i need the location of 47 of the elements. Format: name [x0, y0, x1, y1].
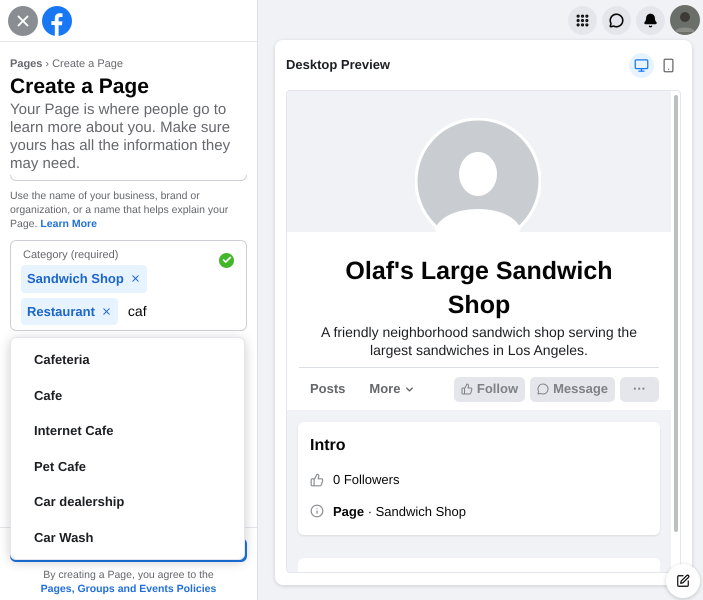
desktop-icon[interactable]: [629, 52, 654, 78]
category-tag[interactable]: Sandwich Shop: [21, 265, 147, 292]
suggestion-item[interactable]: Car Wash: [11, 520, 244, 555]
profile-tab[interactable]: Posts: [299, 379, 356, 399]
chat-icon: [537, 383, 550, 395]
breadcrumb-link[interactable]: Pages: [10, 56, 42, 72]
suggestion-item[interactable]: Pet Cafe: [11, 448, 244, 484]
category-input[interactable]: caf: [128, 300, 147, 322]
learn-more-link[interactable]: Learn More: [40, 218, 97, 230]
intro-item: Page · Sandwich Shop: [333, 502, 466, 521]
policies-link[interactable]: Pages, Groups and Events Policies: [40, 582, 216, 596]
message-button[interactable]: Message: [530, 376, 615, 402]
info-icon: [310, 504, 324, 518]
intro-item: 0 Followers: [333, 471, 400, 489]
help-text: Use the name of your business, brand or organization, or a name that helps explain your Page. Learn More: [10, 188, 230, 230]
page-title: Create a Page: [10, 74, 150, 100]
suggestion-item[interactable]: Car dealership: [11, 484, 244, 520]
terms-text: By creating a Page, you agree to the Pages, Groups and Events Policies: [40, 568, 218, 596]
field-label: Category (required): [23, 248, 120, 262]
compose-button[interactable]: [666, 564, 700, 598]
category-tag[interactable]: Restaurant: [21, 298, 118, 325]
remove-icon[interactable]: [130, 273, 141, 284]
logo-icon[interactable]: [42, 6, 72, 36]
like-icon: [460, 383, 473, 395]
scrollbar-thumb[interactable]: [674, 95, 678, 532]
close-button[interactable]: [8, 6, 38, 36]
remove-icon[interactable]: [100, 306, 112, 317]
intro-title: Intro: [310, 436, 347, 456]
suggestion-item[interactable]: Cafeteria: [11, 342, 244, 378]
breadcrumb-separator: ›: [45, 57, 50, 72]
category-field[interactable]: Category (required) Sandwich Shop Restaurant caf: [10, 240, 247, 331]
preview-title: Desktop Preview: [286, 56, 390, 74]
suggestion-item[interactable]: Internet Cafe: [11, 413, 244, 448]
more-button[interactable]: ···: [620, 376, 659, 402]
compose-icon: [676, 574, 690, 588]
like-icon: [310, 472, 324, 487]
page-description: A friendly neighborhood sandwich shop serving the largest sandwiches in Los Angeles.: [320, 323, 638, 359]
suggestion-item[interactable]: Cafe: [11, 378, 244, 413]
intro-text: Your Page is where people go to learn more about you. Make sure yours has all the information they may need.: [10, 100, 232, 172]
profile-tab[interactable]: More: [358, 379, 426, 399]
avatar-icon[interactable]: [670, 5, 700, 35]
messenger-icon[interactable]: [602, 6, 631, 34]
menu-icon[interactable]: [568, 6, 597, 34]
follow-button[interactable]: Follow: [454, 376, 526, 402]
page-name: Olaf's Large Sandwich Shop: [344, 256, 614, 321]
breadcrumb-current: Create a Page: [52, 57, 124, 72]
bell-icon[interactable]: [636, 6, 665, 34]
